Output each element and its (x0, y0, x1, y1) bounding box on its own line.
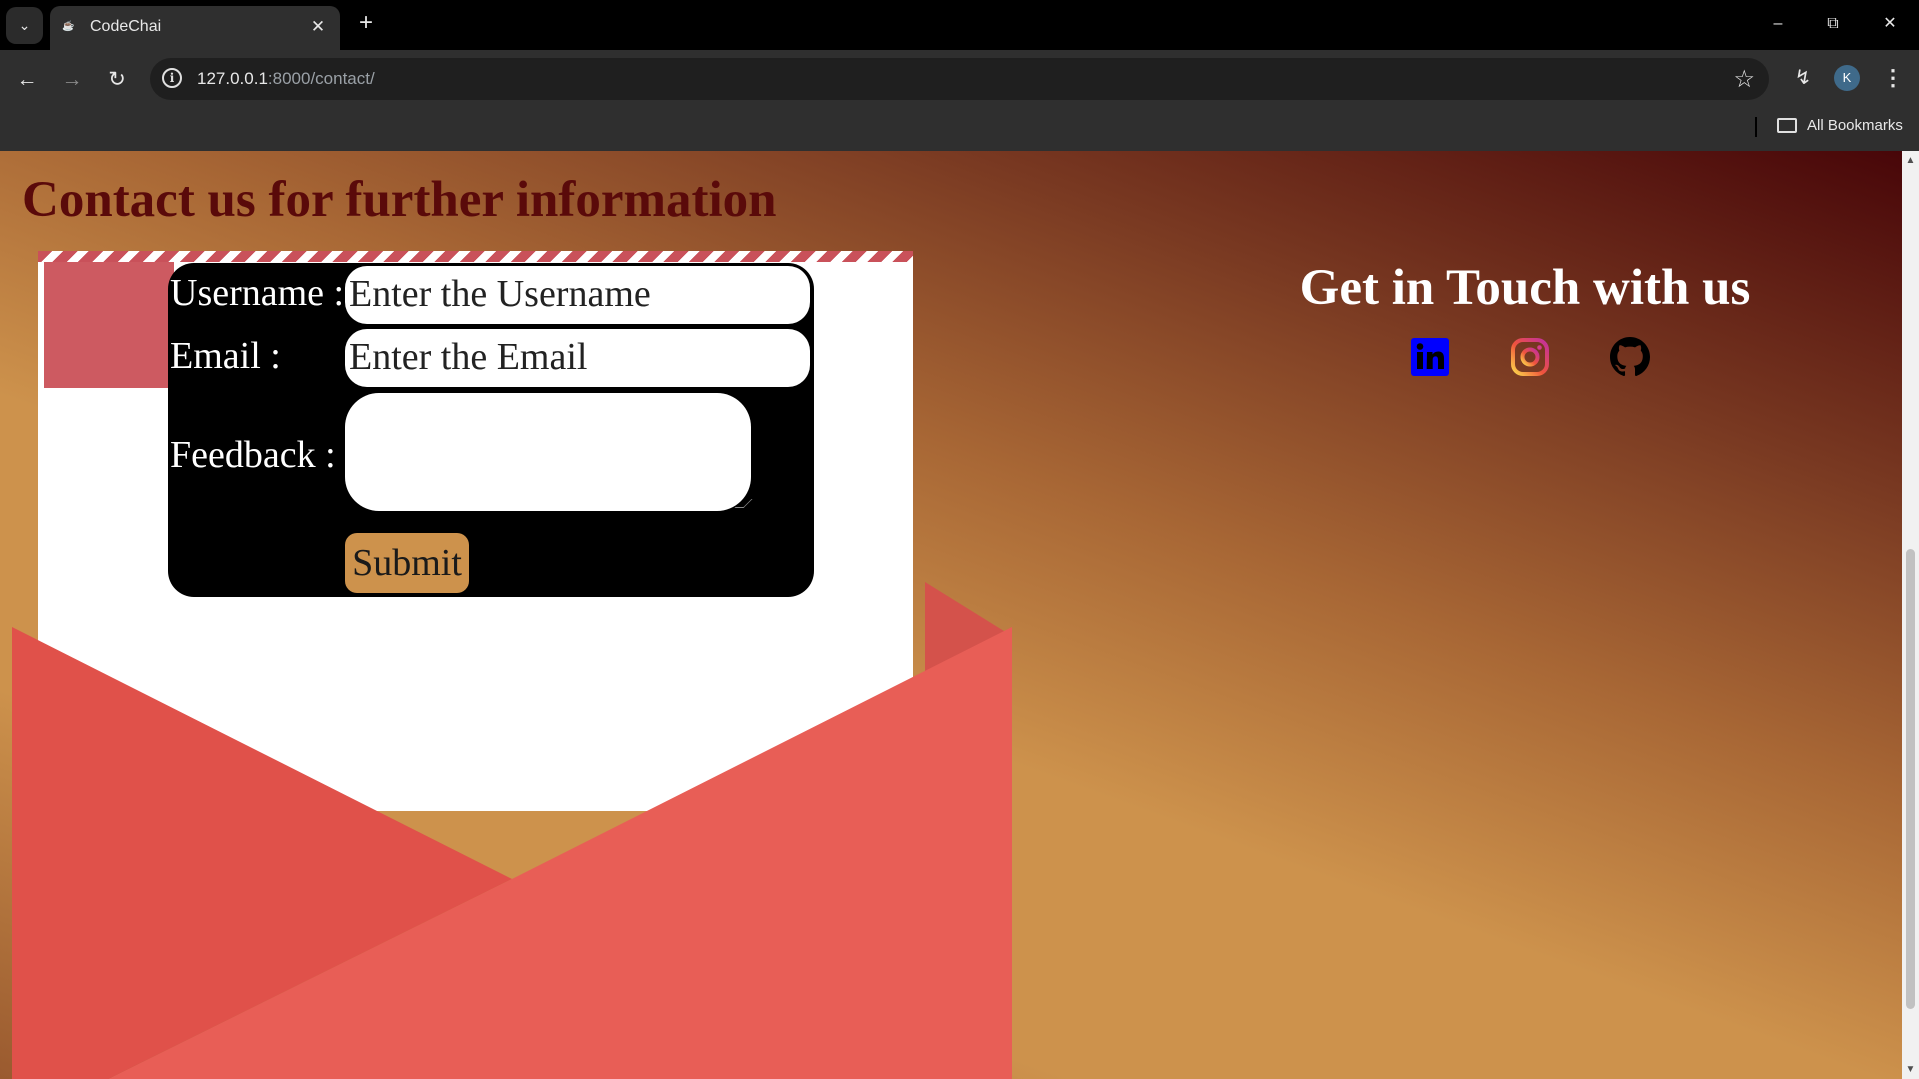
envelope-front (12, 627, 1012, 1079)
bookmark-star-icon[interactable]: ☆ (1733, 65, 1755, 94)
submit-button[interactable]: Submit (345, 533, 469, 593)
scrollbar-thumb[interactable] (1906, 549, 1915, 1009)
url-host: 127.0.0.1 (197, 69, 268, 88)
resize-handle-icon[interactable] (734, 499, 753, 508)
extensions-icon[interactable]: ↯ (1790, 65, 1816, 91)
tab-search-button[interactable]: ⌄ (6, 7, 43, 44)
menu-icon[interactable]: ⋮ (1882, 63, 1904, 93)
minimize-button[interactable]: – (1758, 6, 1798, 42)
bookmarks-separator (1755, 117, 1757, 137)
profile-avatar[interactable]: K (1834, 65, 1860, 91)
github-icon[interactable] (1610, 337, 1650, 377)
letter-stripe (38, 251, 913, 262)
page-viewport: Contact us for further information Usern… (0, 151, 1919, 1079)
back-button[interactable]: ← (10, 63, 44, 97)
email-input[interactable]: Enter the Email (345, 329, 810, 387)
close-tab-icon[interactable]: ✕ (306, 15, 330, 39)
vertical-scrollbar[interactable]: ▲ ▼ (1902, 151, 1919, 1079)
tab-title: CodeChai (90, 18, 162, 35)
address-bar[interactable]: i 127.0.0.1:8000/contact/ ☆ (150, 58, 1769, 100)
bookmarks-bar: All Bookmarks (0, 109, 1919, 151)
url-path: :8000/contact/ (267, 69, 375, 88)
forward-button[interactable]: → (55, 63, 89, 97)
browser-toolbar: ← → ↻ i 127.0.0.1:8000/contact/ ☆ ↯ K ⋮ (0, 50, 1919, 109)
feedback-textarea[interactable] (345, 393, 753, 511)
feedback-label: Feedback : (170, 434, 336, 476)
folder-icon (1777, 118, 1797, 133)
get-in-touch-heading: Get in Touch with us (1299, 260, 1751, 316)
all-bookmarks-link[interactable]: All Bookmarks (1807, 117, 1903, 134)
username-input[interactable]: Enter the Username (345, 266, 810, 324)
new-tab-button[interactable]: + (351, 8, 381, 38)
favicon-icon: ☕ (62, 21, 75, 32)
scroll-down-icon[interactable]: ▼ (1905, 1064, 1916, 1075)
browser-tab-bar: ⌄ ☕ CodeChai ✕ + – ⧉ ✕ (0, 0, 1919, 50)
chevron-down-icon: ⌄ (18, 17, 31, 33)
close-window-button[interactable]: ✕ (1870, 6, 1910, 42)
linkedin-icon[interactable] (1410, 337, 1450, 377)
reload-button[interactable]: ↻ (100, 63, 134, 97)
scroll-up-icon[interactable]: ▲ (1905, 155, 1916, 166)
letter-stamp-block (44, 262, 174, 388)
browser-tab-active[interactable]: ☕ CodeChai ✕ (50, 6, 340, 50)
page-heading: Contact us for further information (22, 172, 777, 228)
email-label: Email : (170, 335, 281, 377)
url-text[interactable]: 127.0.0.1:8000/contact/ (197, 69, 375, 89)
site-info-icon[interactable]: i (162, 68, 182, 88)
username-label: Username : (170, 272, 345, 314)
instagram-icon[interactable] (1510, 337, 1550, 377)
contact-form: Username : Enter the Username Email : En… (168, 263, 814, 597)
restore-button[interactable]: ⧉ (1813, 6, 1853, 42)
